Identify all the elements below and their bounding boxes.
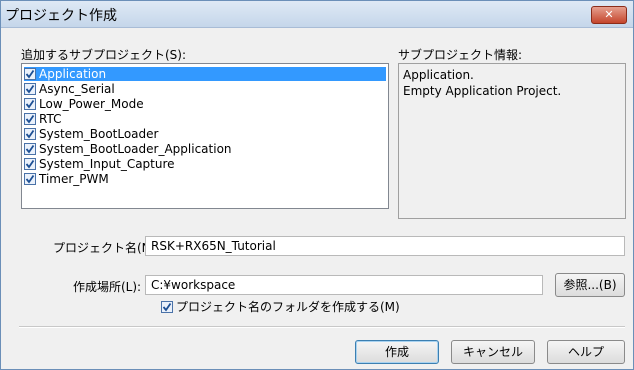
project-name-input[interactable]: RSK+RX65N_Tutorial [145,236,625,256]
checkbox-system-bootloader[interactable] [24,127,36,140]
list-item-label: System_Input_Capture [39,157,175,171]
dialog-title: プロジェクト作成 [5,8,117,24]
cancel-button[interactable]: キャンセル [451,340,535,364]
create-button[interactable]: 作成 [355,340,439,364]
checkbox-system-bootloader-application[interactable] [24,142,36,155]
list-item-system-input-capture[interactable]: System_Input_Capture [24,157,386,171]
separator [19,326,625,328]
close-button[interactable]: ✕ [591,6,627,24]
list-item-label: RTC [39,112,62,126]
list-item-label: Application [39,67,107,81]
checkbox-low-power-mode[interactable] [24,97,36,110]
subprojects-label: 追加するサブプロジェクト(S): [21,48,187,62]
list-item-label: Low_Power_Mode [39,97,144,111]
browse-button[interactable]: 参照...(B) [555,273,625,297]
title-bar[interactable]: プロジェクト作成 ✕ [1,1,633,28]
close-icon: ✕ [604,8,614,21]
list-item-application[interactable]: Application [24,67,386,81]
info-line: Empty Application Project. [403,84,562,98]
location-label: 作成場所(L): [73,280,142,294]
checkbox-application[interactable] [24,67,36,80]
list-item-system-bootloader[interactable]: System_BootLoader [24,127,386,141]
checkbox-async-serial[interactable] [24,82,36,95]
list-item-label: System_BootLoader_Application [39,142,232,156]
list-item-timer-pwm[interactable]: Timer_PWM [24,172,386,186]
checkbox-rtc[interactable] [24,112,36,125]
subproject-info-label: サブプロジェクト情報: [398,48,523,62]
subproject-info-box: Application. Empty Application Project. [398,63,626,219]
list-item-system-bootloader-application[interactable]: System_BootLoader_Application [24,142,386,156]
project-create-dialog: プロジェクト作成 ✕ 追加するサブプロジェクト(S): サブプロジェクト情報: … [0,0,634,370]
project-name-label: プロジェクト名(N): [53,241,160,255]
help-button[interactable]: ヘルプ [547,340,625,364]
location-input[interactable]: C:¥workspace [145,275,543,295]
checkbox-timer-pwm[interactable] [24,172,36,185]
create-folder-option[interactable]: プロジェクト名のフォルダを作成する(M) [161,298,400,315]
list-item-rtc[interactable]: RTC [24,112,386,126]
list-item-low-power-mode[interactable]: Low_Power_Mode [24,97,386,111]
list-item-label: System_BootLoader [39,127,159,141]
list-item-label: Async_Serial [39,82,115,96]
subproject-list[interactable]: Application Async_Serial Low_Power_Mode … [21,63,389,209]
list-item-label: Timer_PWM [39,172,109,186]
list-item-async-serial[interactable]: Async_Serial [24,82,386,96]
create-folder-label: プロジェクト名のフォルダを作成する(M) [176,300,400,314]
create-folder-checkbox[interactable] [161,300,173,313]
info-line: Application. [403,68,474,82]
checkbox-system-input-capture[interactable] [24,157,36,170]
